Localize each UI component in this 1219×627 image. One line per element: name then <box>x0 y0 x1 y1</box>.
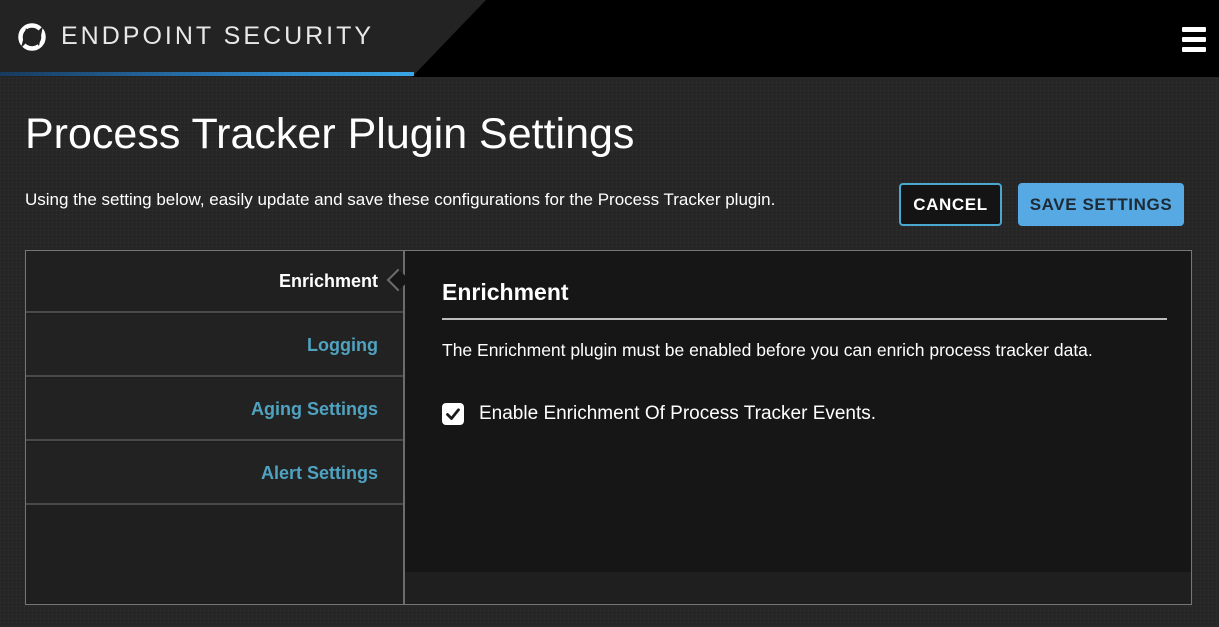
brand-name: ENDPOINT SECURITY <box>61 22 375 50</box>
nav-item-alert-settings[interactable]: Alert Settings <box>26 443 403 505</box>
settings-nav: Enrichment Logging Aging Settings Alert … <box>26 251 405 604</box>
enable-enrichment-checkbox[interactable] <box>442 403 464 425</box>
enable-enrichment-label: Enable Enrichment Of Process Tracker Eve… <box>479 403 877 424</box>
section-note: The Enrichment plugin must be enabled be… <box>442 340 1093 360</box>
nav-item-label: Logging <box>307 334 378 355</box>
settings-panel: Enrichment Logging Aging Settings Alert … <box>25 250 1192 605</box>
checkmark-icon <box>446 408 460 420</box>
section-divider <box>442 318 1167 320</box>
nav-item-label: Aging Settings <box>251 398 378 419</box>
nav-item-label: Alert Settings <box>260 462 378 483</box>
nav-item-logging[interactable]: Logging <box>26 315 403 377</box>
page-title: Process Tracker Plugin Settings <box>25 110 635 158</box>
save-settings-button[interactable]: SAVE SETTINGS <box>1018 183 1184 226</box>
nav-item-aging-settings[interactable]: Aging Settings <box>26 379 403 441</box>
nav-item-enrichment[interactable]: Enrichment <box>26 251 403 313</box>
cancel-button[interactable]: CANCEL <box>899 183 1002 226</box>
top-bar: ENDPOINT SECURITY <box>0 0 1219 77</box>
enable-enrichment-option[interactable]: Enable Enrichment Of Process Tracker Eve… <box>442 400 876 428</box>
brand-panel: ENDPOINT SECURITY <box>0 0 486 77</box>
nav-item-label: Enrichment <box>278 270 378 291</box>
section-title: Enrichment <box>442 279 569 305</box>
endpoint-logo-icon <box>18 23 46 51</box>
page-description: Using the setting below, easily update a… <box>25 190 776 209</box>
hamburger-menu-icon[interactable] <box>1178 24 1210 56</box>
settings-content: Enrichment The Enrichment plugin must be… <box>405 251 1191 572</box>
brand-accent-bar <box>0 72 414 76</box>
